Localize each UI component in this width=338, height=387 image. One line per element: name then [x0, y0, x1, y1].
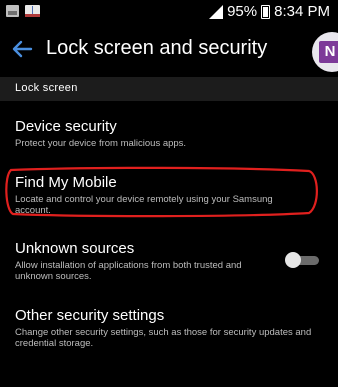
setting-title: Find My Mobile	[15, 174, 117, 191]
clock: 8:34 PM	[274, 3, 330, 20]
setting-item-other-security[interactable]: Other security settings Change other sec…	[0, 303, 338, 355]
setting-title: Other security settings	[15, 307, 165, 324]
toggle-thumb	[285, 252, 301, 268]
back-arrow-icon[interactable]	[11, 38, 33, 60]
setting-item-device-security[interactable]: Device security Protect your device from…	[0, 112, 338, 154]
book-icon	[25, 5, 40, 17]
photo-icon	[6, 5, 19, 17]
onenote-letter: N	[319, 41, 338, 63]
section-header: Lock screen	[0, 77, 338, 101]
notification-icons	[6, 5, 40, 17]
setting-title: Unknown sources	[15, 240, 135, 257]
battery-icon	[261, 4, 271, 19]
setting-description: Change other security settings, such as …	[15, 327, 312, 349]
setting-title: Device security	[15, 118, 117, 135]
status-right: 95% 8:34 PM	[209, 3, 330, 20]
unknown-sources-toggle[interactable]	[285, 252, 321, 268]
status-bar: 95% 8:34 PM	[0, 0, 338, 24]
setting-description: Allow installation of applications from …	[15, 260, 242, 282]
section-label: Lock screen	[15, 82, 78, 94]
signal-icon	[209, 4, 224, 19]
setting-description: Locate and control your device remotely …	[15, 194, 273, 216]
battery-percent: 95%	[227, 3, 258, 20]
app-header: Lock screen and security	[0, 24, 338, 76]
page-title: Lock screen and security	[46, 37, 268, 59]
setting-item-find-my-mobile[interactable]: Find My Mobile Locate and control your d…	[0, 170, 338, 218]
setting-description: Protect your device from malicious apps.	[15, 138, 187, 149]
